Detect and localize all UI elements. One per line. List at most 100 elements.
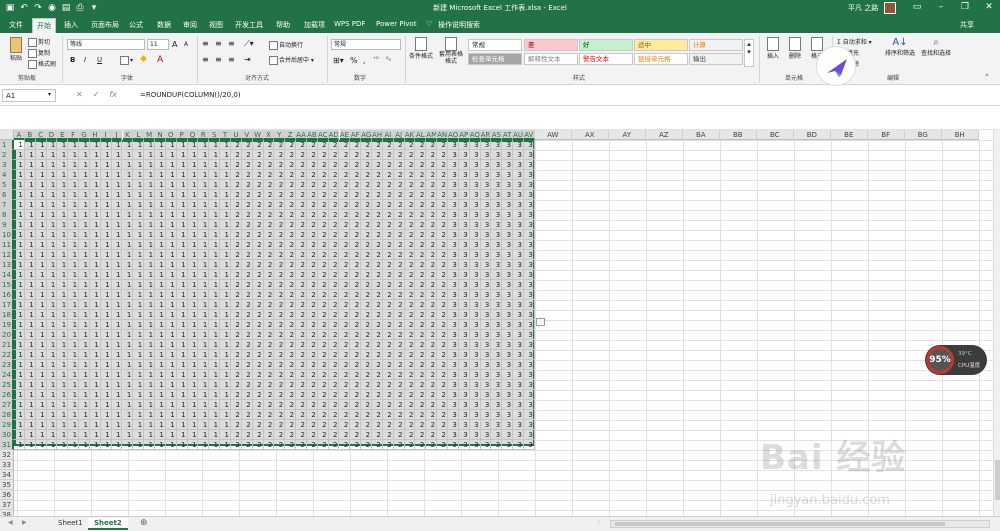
cell[interactable]: 2 [241,290,253,300]
cell[interactable]: 1 [35,150,47,160]
cell[interactable]: 2 [274,270,286,280]
row-header-33[interactable]: 33 [0,460,14,470]
cell[interactable]: 2 [350,340,362,350]
cell[interactable]: 1 [165,420,177,430]
cell[interactable]: 3 [469,190,481,200]
cell[interactable]: 2 [350,310,362,320]
vertical-scrollbar[interactable] [993,130,1000,516]
cell[interactable]: 2 [404,440,416,450]
cell[interactable]: 2 [350,240,362,250]
cell[interactable]: 3 [523,290,535,300]
row-header-11[interactable]: 11 [0,240,14,250]
row-header-27[interactable]: 27 [0,400,14,410]
cell[interactable]: 2 [274,290,286,300]
cell-style-0[interactable]: 常规 [468,39,522,51]
cell[interactable]: 1 [14,350,25,360]
cell[interactable]: 1 [122,160,134,170]
cell[interactable]: 1 [46,160,58,170]
cell[interactable]: 2 [382,270,394,280]
cell[interactable]: 2 [274,250,286,260]
cell[interactable]: 2 [361,200,373,210]
cell[interactable]: 2 [241,200,253,210]
cell[interactable]: 2 [252,420,264,430]
cell[interactable]: 2 [328,230,340,240]
cell[interactable]: 1 [122,400,134,410]
cell[interactable]: 3 [523,260,535,270]
cell[interactable]: 2 [361,150,373,160]
cell[interactable]: 2 [285,260,297,270]
row-header-28[interactable]: 28 [0,410,14,420]
cell[interactable]: 2 [382,380,394,390]
cell[interactable]: 2 [382,240,394,250]
cell[interactable]: 3 [491,440,503,450]
cell[interactable]: 3 [458,270,470,280]
column-header-m[interactable]: M [144,130,156,140]
cell[interactable]: 2 [426,140,438,150]
cell[interactable]: 2 [372,300,383,310]
cell[interactable]: 1 [57,300,69,310]
cell[interactable]: 1 [111,430,123,440]
cell[interactable]: 2 [306,310,318,320]
cell[interactable]: 2 [296,190,307,200]
cell[interactable]: 3 [458,330,470,340]
cell[interactable]: 2 [350,190,362,200]
cell[interactable]: 1 [144,420,156,430]
increase-decimal-icon[interactable]: ⁺⁰ [373,56,379,63]
cell[interactable]: 1 [187,240,199,250]
cell[interactable]: 1 [176,210,188,220]
cell[interactable]: 2 [339,290,351,300]
cell[interactable]: 1 [35,380,47,390]
cell[interactable]: 1 [133,200,145,210]
cell[interactable]: 1 [14,430,25,440]
cell[interactable]: 2 [274,380,286,390]
row-header-8[interactable]: 8 [0,210,14,220]
cell[interactable]: 1 [155,330,166,340]
cell[interactable]: 1 [111,420,123,430]
fill-color-icon[interactable]: ◆ [140,54,147,64]
cell[interactable]: 1 [24,230,36,240]
cell[interactable]: 1 [198,220,210,230]
cell[interactable]: 1 [144,300,156,310]
cell[interactable]: 3 [469,150,481,160]
cell[interactable]: 2 [252,340,264,350]
cell[interactable]: 2 [393,190,405,200]
cell[interactable]: 1 [209,300,221,310]
cell[interactable]: 1 [57,240,69,250]
cell[interactable]: 3 [448,150,459,160]
cell[interactable]: 1 [46,170,58,180]
tab-developer[interactable]: 开发工具 [235,20,263,30]
cell[interactable]: 1 [122,420,134,430]
cell[interactable]: 1 [198,320,210,330]
cell[interactable]: 2 [317,160,329,170]
cell[interactable]: 2 [241,350,253,360]
cell[interactable]: 3 [491,150,503,160]
cell[interactable]: 2 [426,220,438,230]
collapse-ribbon-icon[interactable]: ⌃ [984,73,990,81]
cell[interactable]: 2 [404,420,416,430]
cell[interactable]: 3 [458,280,470,290]
cell[interactable]: 1 [57,310,69,320]
cell[interactable]: 2 [296,430,307,440]
cell[interactable]: 1 [79,370,90,380]
cell[interactable]: 3 [513,260,524,270]
cell[interactable]: 2 [437,220,448,230]
cell[interactable]: 2 [361,220,373,230]
cell[interactable]: 3 [523,340,535,350]
horizontal-scroll-thumb[interactable] [615,522,945,526]
cell[interactable]: 1 [176,160,188,170]
cell[interactable]: 3 [458,410,470,420]
cell[interactable]: 2 [339,380,351,390]
cell[interactable]: 1 [187,300,199,310]
cancel-icon[interactable]: ✕ [76,90,83,99]
cell[interactable]: 2 [296,270,307,280]
cell[interactable]: 1 [187,200,199,210]
tell-me-search[interactable]: 操作说明搜索 [438,20,480,30]
row-header-34[interactable]: 34 [0,470,14,480]
cell[interactable]: 2 [393,210,405,220]
cell[interactable]: 3 [491,420,503,430]
column-header-ar[interactable]: AR [480,130,492,140]
cell[interactable]: 2 [404,310,416,320]
cell[interactable]: 2 [263,310,275,320]
cell[interactable]: 1 [46,310,58,320]
cell[interactable]: 2 [317,360,329,370]
